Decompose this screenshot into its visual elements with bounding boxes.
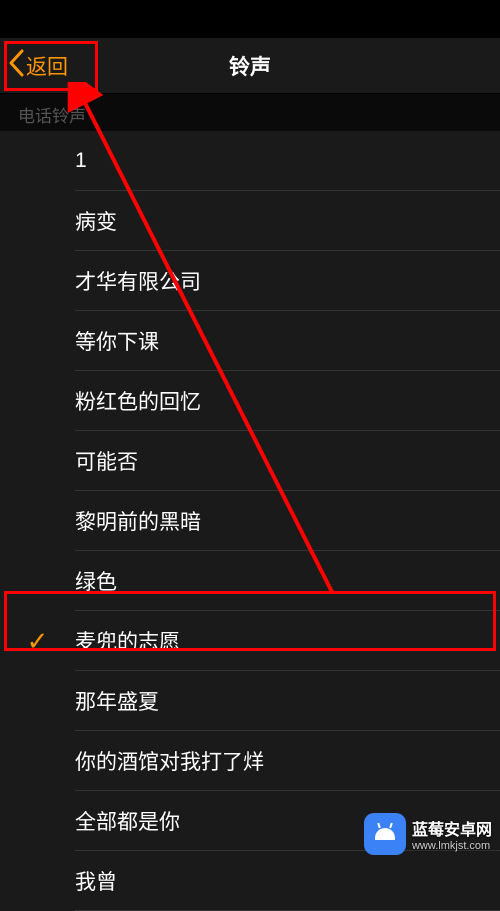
ringtone-row[interactable]: 绿色 xyxy=(0,551,500,611)
watermark-logo-icon xyxy=(364,813,406,855)
page-title: 铃声 xyxy=(229,51,271,81)
row-content: 我曾 xyxy=(75,851,500,911)
ringtone-label: 我曾 xyxy=(75,866,117,896)
ringtone-label: 才华有限公司 xyxy=(75,266,201,296)
row-content: 麦兜的志愿 xyxy=(75,611,500,671)
ringtone-row[interactable]: 可能否 xyxy=(0,431,500,491)
ringtone-row[interactable]: 才华有限公司 xyxy=(0,251,500,311)
watermark: 蓝莓安卓网 www.lmkjst.com xyxy=(364,813,492,855)
ringtone-row[interactable]: 1 xyxy=(0,131,500,191)
ringtone-label: 等你下课 xyxy=(75,326,159,356)
ringtone-label: 那年盛夏 xyxy=(75,686,159,716)
ringtone-label: 你的酒馆对我打了烊 xyxy=(75,746,264,776)
row-content: 可能否 xyxy=(75,431,500,491)
ringtone-row[interactable]: 等你下课 xyxy=(0,311,500,371)
status-bar-spacer xyxy=(0,0,500,38)
row-content: 病变 xyxy=(75,191,500,251)
back-button[interactable]: 返回 xyxy=(0,38,78,93)
row-content: 那年盛夏 xyxy=(75,671,500,731)
chevron-left-icon xyxy=(8,49,24,82)
ringtone-row[interactable]: 黎明前的黑暗 xyxy=(0,491,500,551)
checkmark-icon: ✓ xyxy=(27,626,49,657)
ringtone-label: 麦兜的志愿 xyxy=(75,626,180,656)
ringtone-label: 全部都是你 xyxy=(75,806,180,836)
row-content: 等你下课 xyxy=(75,311,500,371)
ringtone-label: 黎明前的黑暗 xyxy=(75,506,201,536)
watermark-text: 蓝莓安卓网 xyxy=(412,816,492,840)
row-content: 粉红色的回忆 xyxy=(75,371,500,431)
ringtone-row[interactable]: 我曾 xyxy=(0,851,500,911)
row-content: 1 xyxy=(75,131,500,191)
row-content: 才华有限公司 xyxy=(75,251,500,311)
ringtone-label: 1 xyxy=(75,149,87,173)
ringtone-row[interactable]: ✓ 麦兜的志愿 xyxy=(0,611,500,671)
row-content: 你的酒馆对我打了烊 xyxy=(75,731,500,791)
ringtone-label: 粉红色的回忆 xyxy=(75,386,201,416)
navigation-bar: 返回 铃声 xyxy=(0,38,500,94)
ringtone-row[interactable]: 粉红色的回忆 xyxy=(0,371,500,431)
row-content: 绿色 xyxy=(75,551,500,611)
ringtone-label: 病变 xyxy=(75,206,117,236)
ringtone-label: 绿色 xyxy=(75,566,117,596)
back-label: 返回 xyxy=(26,51,68,81)
ringtone-list: 1 病变才华有限公司等你下课粉红色的回忆可能否黎明前的黑暗绿色 ✓ 麦兜的志愿那年盛夏… xyxy=(0,131,500,911)
ringtone-row[interactable]: 病变 xyxy=(0,191,500,251)
watermark-url: www.lmkjst.com xyxy=(412,840,492,852)
ringtone-row[interactable]: 那年盛夏 xyxy=(0,671,500,731)
check-slot: ✓ xyxy=(0,626,75,657)
ringtone-row[interactable]: 你的酒馆对我打了烊 xyxy=(0,731,500,791)
ringtone-label: 可能否 xyxy=(75,446,138,476)
section-header: 电话铃声 xyxy=(0,94,500,131)
row-content: 黎明前的黑暗 xyxy=(75,491,500,551)
